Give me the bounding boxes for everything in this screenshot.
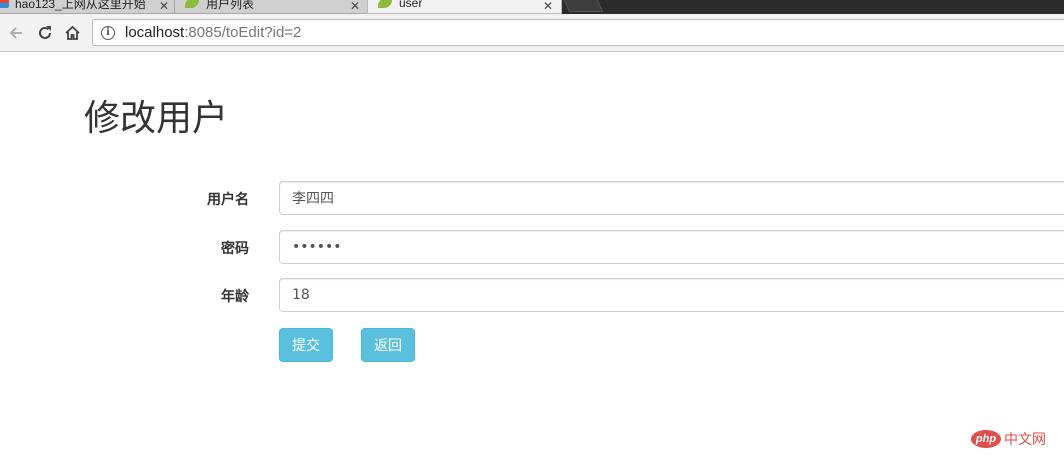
new-tab-button[interactable]	[560, 0, 604, 12]
home-icon[interactable]	[62, 23, 82, 43]
php-cn-watermark: php 中文网	[971, 429, 1046, 449]
close-icon[interactable]: ✕	[159, 0, 169, 13]
form-row-username: 用户名	[0, 181, 1064, 216]
info-icon[interactable]: i	[101, 25, 115, 40]
tab-hao123[interactable]: hao123_上网从这里开始 ✕	[0, 0, 178, 14]
back-button[interactable]: 返回	[361, 328, 415, 362]
password-label: 密码	[221, 241, 249, 257]
close-icon[interactable]: ✕	[350, 0, 360, 13]
age-label: 年龄	[221, 289, 249, 305]
submit-button[interactable]: 提交	[279, 328, 333, 362]
watermark-badge: php	[971, 430, 1001, 448]
spring-leaf-icon	[378, 0, 392, 8]
address-bar[interactable]: i localhost:8085/toEdit?id=2	[92, 19, 1064, 46]
url-host: localhost	[125, 24, 185, 41]
browser-tab-strip: hao123_上网从这里开始 ✕ 用户列表 ✕ user ✕	[0, 0, 1064, 14]
age-input[interactable]	[279, 278, 1064, 312]
tab-label: hao123_上网从这里开始	[15, 0, 146, 11]
password-input[interactable]	[279, 230, 1064, 264]
form-row-password: 密码	[0, 230, 1064, 265]
username-input[interactable]	[279, 181, 1064, 215]
url-path: :8085/toEdit?id=2	[184, 24, 302, 41]
tab-label: 用户列表	[206, 0, 255, 11]
tab-label: user	[399, 0, 423, 10]
close-icon[interactable]: ✕	[543, 0, 553, 13]
reload-icon[interactable]	[35, 23, 55, 43]
back-arrow-icon[interactable]	[6, 23, 26, 43]
hao123-favicon-icon	[0, 0, 9, 8]
browser-toolbar: i localhost:8085/toEdit?id=2	[0, 14, 1064, 52]
form-row-age: 年龄	[0, 278, 1064, 313]
tab-user-list[interactable]: 用户列表 ✕	[174, 0, 369, 14]
username-label: 用户名	[207, 192, 249, 208]
page-content: 修改用户 用户名 密码 年龄 提交 返回	[0, 53, 1064, 458]
watermark-text: 中文网	[1004, 432, 1046, 448]
page-title: 修改用户	[84, 98, 229, 139]
spring-leaf-icon	[185, 0, 199, 8]
tab-user[interactable]: user ✕	[367, 0, 562, 14]
